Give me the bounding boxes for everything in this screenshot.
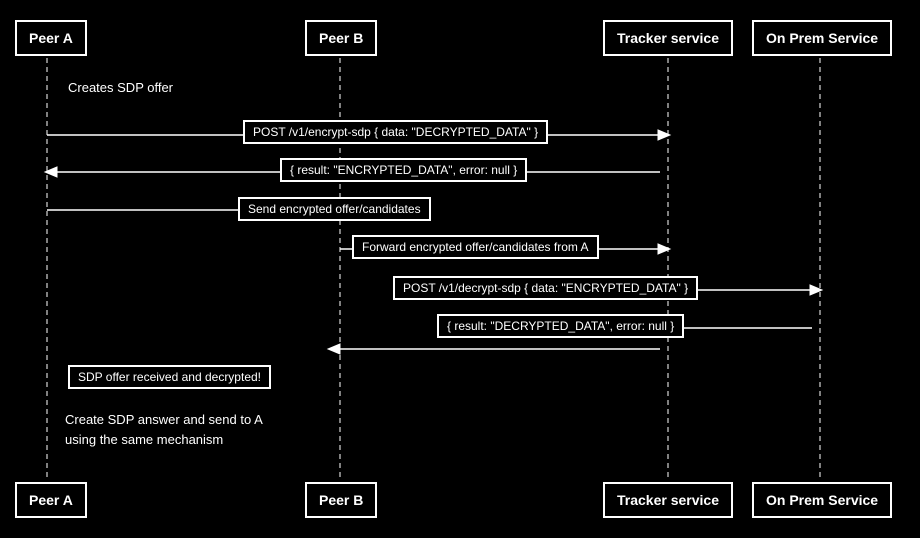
sdp-offer-received-note: SDP offer received and decrypted! (68, 365, 271, 389)
send-encrypted-label: Send encrypted offer/candidates (238, 197, 431, 221)
post-decrypt-label: POST /v1/decrypt-sdp { data: "ENCRYPTED_… (393, 276, 698, 300)
actor-peer-b-bottom: Peer B (305, 482, 377, 518)
actor-peer-a-bottom: Peer A (15, 482, 87, 518)
actor-onprem-top: On Prem Service (752, 20, 892, 56)
creates-sdp-note: Creates SDP offer (68, 80, 173, 95)
actor-tracker-bottom: Tracker service (603, 482, 733, 518)
actor-tracker-top: Tracker service (603, 20, 733, 56)
sequence-diagram: Peer A Peer B Tracker service On Prem Se… (0, 0, 920, 538)
actor-onprem-bottom: On Prem Service (752, 482, 892, 518)
create-answer-note: Create SDP answer and send to Ausing the… (65, 410, 263, 449)
actor-peer-b-top: Peer B (305, 20, 377, 56)
result-encrypted-label: { result: "ENCRYPTED_DATA", error: null … (280, 158, 527, 182)
forward-encrypted-label: Forward encrypted offer/candidates from … (352, 235, 599, 259)
result-decrypted-label: { result: "DECRYPTED_DATA", error: null … (437, 314, 684, 338)
post-encrypt-label: POST /v1/encrypt-sdp { data: "DECRYPTED_… (243, 120, 548, 144)
actor-peer-a-top: Peer A (15, 20, 87, 56)
